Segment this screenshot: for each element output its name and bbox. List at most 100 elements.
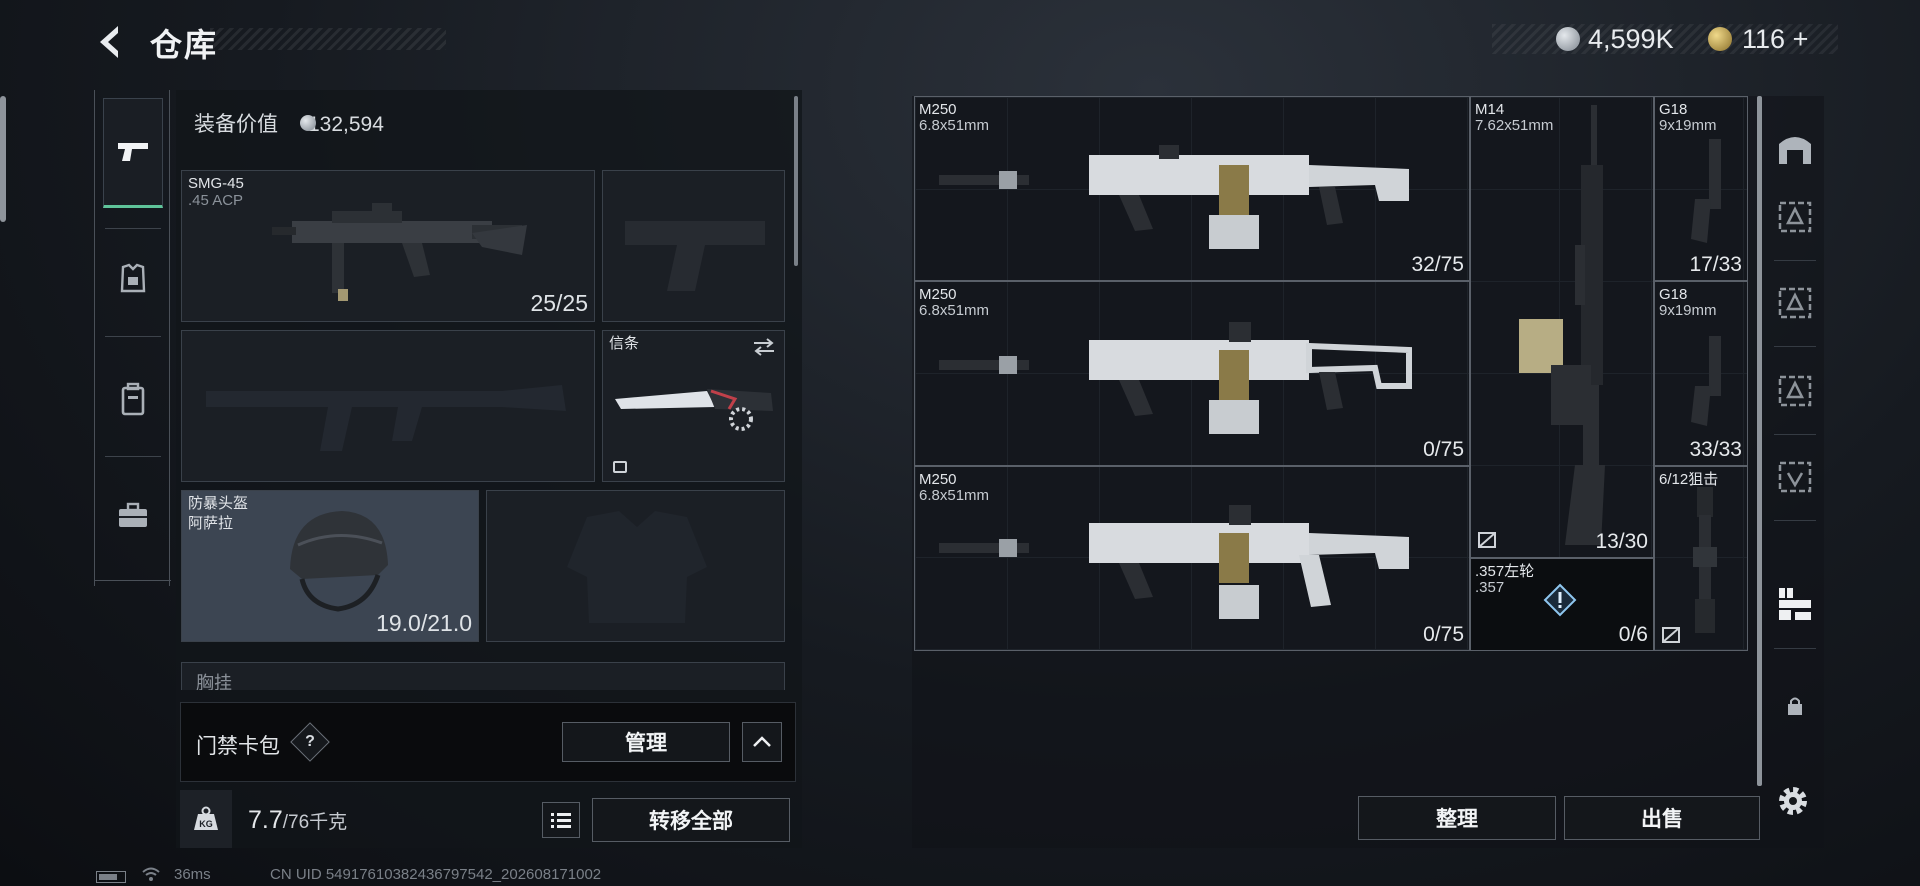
filter-storage-3[interactable] <box>1770 360 1820 420</box>
storage-item-g18[interactable]: G18 9x19mm 33/33 <box>1654 281 1748 466</box>
manage-button[interactable]: 管理 <box>562 722 730 762</box>
weight-badge: KG <box>180 790 232 848</box>
category-case[interactable] <box>103 460 163 570</box>
gear-icon <box>1779 787 1807 815</box>
weight-icon: KG <box>194 806 218 830</box>
slot-body-armor[interactable] <box>486 490 785 642</box>
item-sub: 阿萨拉 <box>188 515 234 532</box>
storage-filter-rail <box>1766 96 1824 726</box>
item-name: M250 <box>919 286 957 303</box>
page-title: 仓库 <box>150 27 219 63</box>
no-ammo-icon <box>1478 532 1496 548</box>
slot-helmet[interactable]: 防暴头盔 阿萨拉 19.0/21.0 <box>181 490 479 642</box>
item-ammo: .45 ACP <box>188 192 244 209</box>
category-backpack[interactable] <box>103 344 163 454</box>
category-weapons[interactable] <box>103 98 163 208</box>
item-name: 信条 <box>609 335 640 352</box>
equipment-value: 装备价值 132,594 <box>194 108 384 138</box>
lock-icon <box>1788 697 1802 715</box>
user-uid: CN UID 5491761038243679754​2_20260817100… <box>270 866 602 883</box>
item-caliber: .357 <box>1475 579 1505 596</box>
item-name: M250 <box>919 101 957 118</box>
carry-weight-current: 7.7 <box>248 806 283 834</box>
gold-amount[interactable]: 116 + <box>1742 24 1808 55</box>
storage-item-m250[interactable]: M250 6.8x51mm 32/75 <box>914 96 1470 281</box>
collapse-button[interactable] <box>742 722 782 762</box>
filter-all[interactable] <box>1770 118 1820 178</box>
wifi-icon <box>142 867 160 881</box>
item-name: G18 <box>1659 101 1688 118</box>
item-name: M14 <box>1475 101 1505 118</box>
item-name: G18 <box>1659 286 1688 303</box>
filter-locked[interactable] <box>1770 676 1820 736</box>
chevron-up-icon <box>753 736 771 747</box>
slot-secondary-weapon[interactable] <box>181 330 595 482</box>
category-armor[interactable] <box>103 224 163 334</box>
sell-button[interactable]: 出售 <box>1564 796 1760 840</box>
armor-vest-icon <box>120 263 146 293</box>
settings-button[interactable] <box>1770 778 1816 824</box>
slot-primary-weapon[interactable]: SMG-45 .45 ACP 25/25 <box>181 170 595 322</box>
rifle-image <box>1519 105 1605 545</box>
item-name: 6/12狙击 <box>1659 471 1719 488</box>
item-count: 0/6 <box>1618 623 1648 646</box>
gold-value: 116 <box>1742 24 1786 54</box>
gold-coin-icon <box>1708 27 1732 51</box>
filter-storage-2[interactable] <box>1770 272 1820 332</box>
filter-storage-5[interactable] <box>1770 574 1820 634</box>
item-name: M250 <box>919 471 957 488</box>
back-button[interactable] <box>92 20 132 64</box>
slot-melee[interactable]: 信条 <box>602 330 785 482</box>
side-scroll-indicator <box>0 96 6 222</box>
item-count: 33/33 <box>1689 438 1742 461</box>
list-view-button[interactable] <box>542 802 580 838</box>
storage-item-m14[interactable]: M14 7.62x51mm 13/30 <box>1470 96 1654 558</box>
gold-plus[interactable]: + <box>1793 24 1809 54</box>
transfer-all-button[interactable]: 转移全部 <box>592 798 790 842</box>
lmg-image <box>939 322 1412 434</box>
slot-sidearm[interactable] <box>602 170 785 322</box>
knife-image <box>615 389 773 431</box>
storage-item-357-revolver[interactable]: .357左轮 .357 0/6 <box>1470 558 1654 651</box>
slot-chest-rig[interactable]: 胸挂 <box>181 662 785 690</box>
item-count: 25/25 <box>530 290 588 316</box>
sort-button[interactable]: 整理 <box>1358 796 1556 840</box>
no-ammo-icon <box>1662 627 1680 643</box>
lock-icon <box>613 461 627 473</box>
swap-arrows-icon[interactable] <box>752 337 776 357</box>
battery-icon <box>96 871 126 883</box>
item-count: 13/30 <box>1595 530 1648 553</box>
storage-item-m250[interactable]: M250 6.8x51mm 0/75 <box>914 466 1470 651</box>
item-name: SMG-45 <box>188 175 244 192</box>
item-caliber: 9x19mm <box>1659 302 1717 319</box>
filter-storage-1[interactable] <box>1770 186 1820 246</box>
pistol-image <box>1691 336 1721 426</box>
lmg-image <box>939 145 1409 249</box>
equipment-value-label: 装备价值 <box>194 113 278 136</box>
list-icon <box>551 813 571 828</box>
briefcase-icon <box>119 502 147 527</box>
pistol-image <box>1691 139 1721 243</box>
vest-silhouette-icon <box>567 511 707 623</box>
equipment-category-rail <box>94 90 171 586</box>
storage-shelf-icon <box>1779 588 1811 620</box>
item-count: 0/75 <box>1423 623 1464 646</box>
smg-image <box>272 203 527 301</box>
back-arrow-icon <box>100 26 118 58</box>
rifle-silhouette-icon <box>206 385 566 451</box>
filter-storage-4[interactable] <box>1770 446 1820 506</box>
equipment-value-amount: 132,594 <box>308 113 384 136</box>
title-stripe <box>210 28 446 50</box>
item-name: 防暴头盔 <box>188 495 249 512</box>
storage-box-icon <box>1778 461 1812 493</box>
equipment-scrollbar[interactable] <box>794 96 798 266</box>
item-count: 32/75 <box>1411 253 1464 276</box>
storage-item-g18[interactable]: G18 9x19mm 17/33 <box>1654 96 1748 281</box>
storage-item-m250[interactable]: M250 6.8x51mm 0/75 <box>914 281 1470 466</box>
warehouse-icon <box>1779 137 1811 164</box>
storage-scrollbar[interactable] <box>1757 96 1762 786</box>
storage-item-scope[interactable]: 6/12狙击 <box>1654 466 1748 651</box>
storage-box-icon <box>1778 287 1812 319</box>
storage-box-icon <box>1778 375 1812 407</box>
carry-weight-max: /76千克 <box>282 812 348 833</box>
